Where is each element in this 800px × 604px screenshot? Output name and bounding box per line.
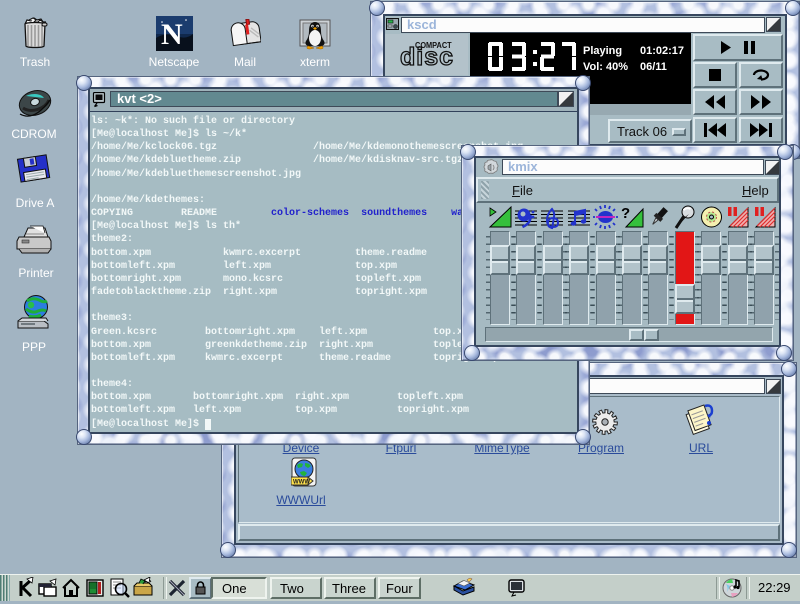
svg-text:WWW: WWW	[293, 480, 310, 486]
svg-text:disc: disc	[400, 43, 454, 71]
svg-text:N: N	[161, 18, 183, 51]
svg-text:?: ?	[621, 205, 630, 222]
